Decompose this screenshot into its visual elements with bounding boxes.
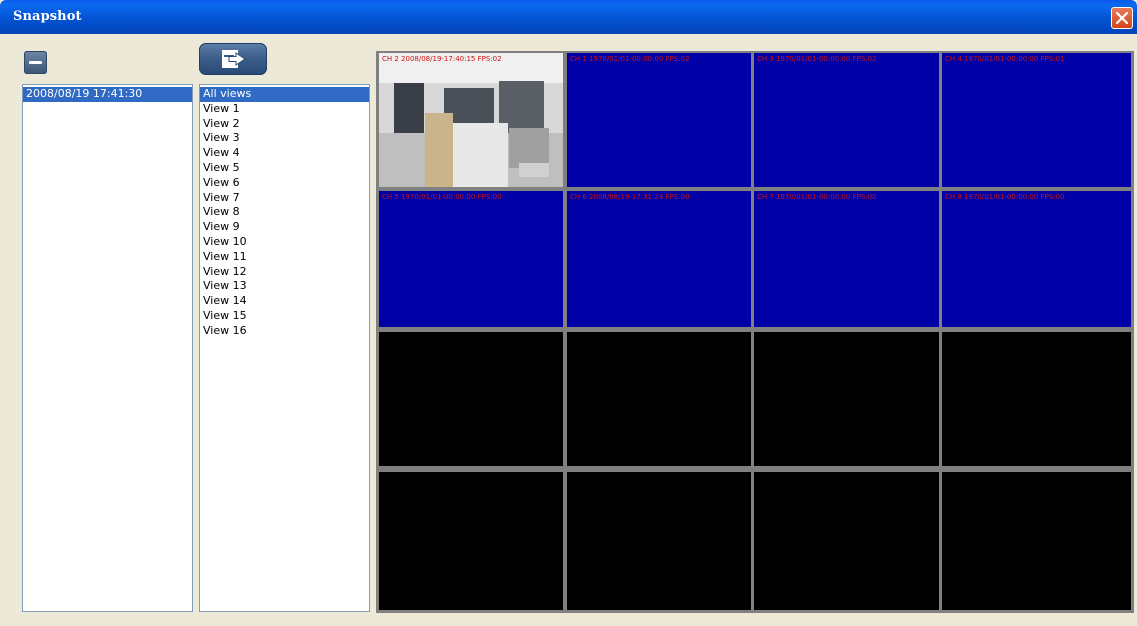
camera-cell[interactable] (567, 332, 751, 466)
camera-cell[interactable]: CH 2 2008/08/19-17:40:15 FPS:02 (379, 53, 563, 187)
view-list-item[interactable]: View 2 (200, 117, 369, 132)
view-list-item[interactable]: All views (200, 87, 369, 102)
camera-cell[interactable]: CH 3 1970/01/01-00:00:00 FPS:02 (754, 53, 939, 187)
camera-cell[interactable] (754, 332, 939, 466)
camera-osd-label: CH 3 1970/01/01-00:00:00 FPS:02 (757, 55, 877, 63)
view-list-item[interactable]: View 6 (200, 176, 369, 191)
view-list-item[interactable]: View 7 (200, 191, 369, 206)
snapshot-window: Snapshot 2008/08/19 17:41:30 All views Vi… (0, 0, 1137, 626)
camera-cell[interactable] (754, 472, 939, 610)
view-list-item[interactable]: View 5 (200, 161, 369, 176)
camera-cell[interactable]: CH 7 1970/01/01-00:00:00 FPS:00 (754, 191, 939, 327)
export-button[interactable] (199, 43, 267, 75)
camera-osd-label: CH 4 1970/01/01-00:00:00 FPS:01 (945, 55, 1065, 63)
window-title: Snapshot (13, 9, 82, 24)
camera-osd-label: CH 2 2008/08/19-17:40:15 FPS:02 (382, 55, 502, 63)
view-list-item[interactable]: View 15 (200, 309, 369, 324)
snapshot-list[interactable]: 2008/08/19 17:41:30 (22, 84, 193, 612)
camera-osd-label: CH 1 1970/01/01-00:00:00 FPS:02 (570, 55, 690, 63)
minus-icon (29, 61, 42, 64)
view-list-item[interactable]: View 4 (200, 146, 369, 161)
camera-cell[interactable]: CH 5 1970/01/01-00:00:00 FPS:00 (379, 191, 563, 327)
view-list-item[interactable]: View 9 (200, 220, 369, 235)
view-list-item[interactable]: View 11 (200, 250, 369, 265)
view-list-item[interactable]: View 10 (200, 235, 369, 250)
camera-cell[interactable]: CH 6 2008/08/19-17:31:24 FPS:00 (567, 191, 751, 327)
export-icon (222, 50, 246, 68)
camera-cell[interactable] (379, 332, 563, 466)
view-list-item[interactable]: View 13 (200, 279, 369, 294)
camera-feed-image (379, 53, 563, 187)
camera-cell[interactable] (942, 472, 1131, 610)
camera-cell[interactable] (567, 472, 751, 610)
view-list-item[interactable]: View 16 (200, 324, 369, 339)
camera-cell[interactable] (379, 472, 563, 610)
camera-cell[interactable]: CH 4 1970/01/01-00:00:00 FPS:01 (942, 53, 1131, 187)
view-list-item[interactable]: View 1 (200, 102, 369, 117)
view-list-item[interactable]: View 14 (200, 294, 369, 309)
view-list-item[interactable]: View 8 (200, 205, 369, 220)
camera-osd-label: CH 6 2008/08/19-17:31:24 FPS:00 (570, 193, 690, 201)
title-bar[interactable]: Snapshot (0, 0, 1137, 34)
camera-osd-label: CH 8 1970/01/01-00:00:00 FPS:00 (945, 193, 1065, 201)
camera-osd-label: CH 7 1970/01/01-00:00:00 FPS:00 (757, 193, 877, 201)
camera-osd-label: CH 5 1970/01/01-00:00:00 FPS:00 (382, 193, 502, 201)
remove-snapshot-button[interactable] (24, 51, 47, 74)
camera-cell[interactable]: CH 8 1970/01/01-00:00:00 FPS:00 (942, 191, 1131, 327)
camera-cell[interactable]: CH 1 1970/01/01-00:00:00 FPS:02 (567, 53, 751, 187)
camera-grid: CH 2 2008/08/19-17:40:15 FPS:02 CH 1 1970… (376, 51, 1134, 613)
view-list-item[interactable]: View 12 (200, 265, 369, 280)
view-list[interactable]: All views View 1 View 2 View 3 View 4 View 5V… (199, 84, 370, 612)
close-button[interactable] (1111, 7, 1133, 29)
close-icon (1115, 11, 1129, 25)
camera-cell[interactable] (942, 332, 1131, 466)
snapshot-list-item[interactable]: 2008/08/19 17:41:30 (23, 87, 192, 102)
view-list-item[interactable]: View 3 (200, 131, 369, 146)
